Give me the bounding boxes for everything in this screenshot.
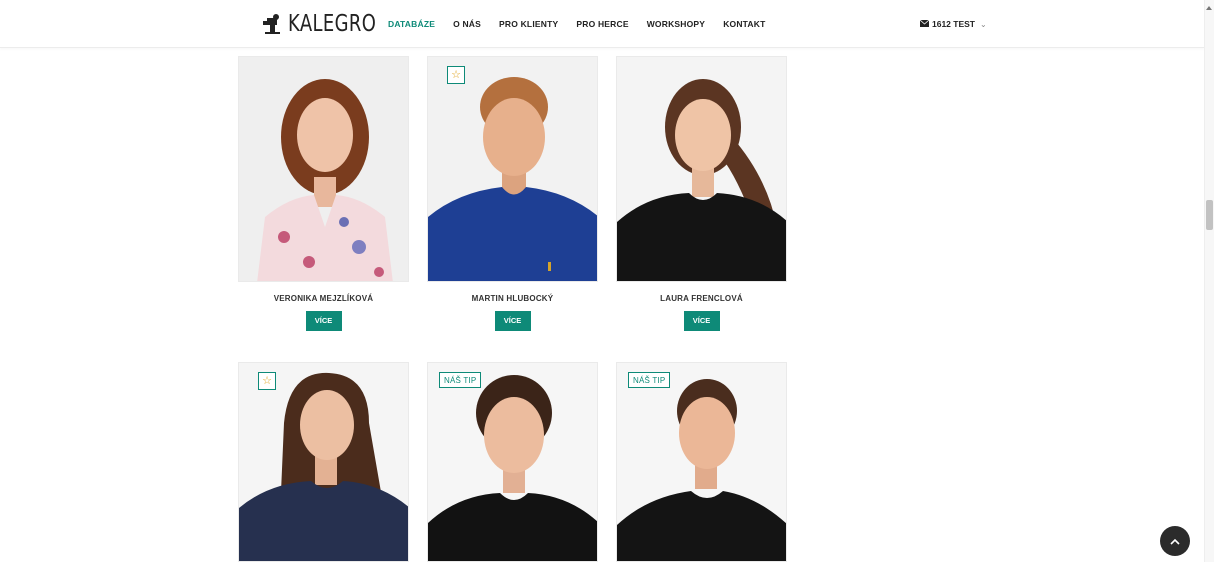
more-button[interactable]: VÍCE bbox=[305, 311, 342, 331]
actor-card: VERONIKA MEJZLÍKOVÁ VÍCE bbox=[238, 56, 409, 331]
actor-card: NÁŠ TIP bbox=[427, 362, 598, 562]
account-label: 1612 TEST bbox=[932, 19, 975, 29]
actor-card: ☆ MARTIN HLUBOCKÝ VÍCE bbox=[427, 56, 598, 331]
star-icon: ☆ bbox=[447, 66, 465, 84]
our-tip-badge: NÁŠ TIP bbox=[628, 372, 671, 388]
more-button[interactable]: VÍCE bbox=[494, 311, 531, 331]
site-logo[interactable]: KALEGRO bbox=[262, 9, 401, 39]
actor-photo[interactable]: ☆ bbox=[427, 56, 598, 282]
actor-photo[interactable]: ☆ bbox=[238, 362, 409, 562]
actor-name: LAURA FRENCLOVÁ bbox=[660, 294, 743, 303]
actor-photo[interactable]: NÁŠ TIP bbox=[616, 362, 787, 562]
nav-item-kontakt[interactable]: KONTAKT bbox=[723, 19, 765, 29]
actor-photo[interactable] bbox=[238, 56, 409, 282]
nav-item-workshopy[interactable]: WORKSHOPY bbox=[647, 19, 705, 29]
actor-card: ☆ bbox=[238, 362, 409, 562]
chevron-down-icon: ⌄ bbox=[980, 19, 987, 29]
envelope-icon bbox=[919, 19, 930, 29]
actor-card: NÁŠ TIP bbox=[616, 362, 787, 562]
actor-name: VERONIKA MEJZLÍKOVÁ bbox=[273, 294, 374, 303]
account-menu[interactable]: 1612 TEST ⌄ bbox=[919, 19, 987, 29]
actor-photo[interactable] bbox=[616, 56, 787, 282]
nav-item-o-nas[interactable]: O NÁS bbox=[453, 19, 481, 29]
nav-item-databaze[interactable]: DATABÁZE bbox=[388, 19, 435, 29]
scrollbar-thumb[interactable] bbox=[1206, 200, 1213, 230]
scroll-up-arrow-icon[interactable] bbox=[1206, 6, 1212, 10]
nav-item-pro-klienty[interactable]: PRO KLIENTY bbox=[499, 19, 558, 29]
page-scrollbar[interactable] bbox=[1204, 0, 1214, 562]
actor-name: MARTIN HLUBOCKÝ bbox=[471, 294, 554, 303]
nav-item-pro-herce[interactable]: PRO HERCE bbox=[576, 19, 628, 29]
more-button[interactable]: VÍCE bbox=[683, 311, 720, 331]
logo-text: KALEGRO bbox=[288, 11, 377, 37]
camera-man-icon bbox=[262, 13, 282, 35]
actor-photo[interactable]: NÁŠ TIP bbox=[427, 362, 598, 562]
actor-card: LAURA FRENCLOVÁ VÍCE bbox=[616, 56, 787, 331]
our-tip-badge: NÁŠ TIP bbox=[439, 372, 482, 388]
back-to-top-button[interactable] bbox=[1160, 526, 1190, 556]
main-nav: DATABÁZE O NÁS PRO KLIENTY PRO HERCE WOR… bbox=[388, 0, 784, 48]
chevron-up-icon bbox=[1170, 538, 1180, 545]
site-header: KALEGRO DATABÁZE O NÁS PRO KLIENTY PRO H… bbox=[0, 0, 1204, 48]
star-icon: ☆ bbox=[258, 372, 276, 390]
